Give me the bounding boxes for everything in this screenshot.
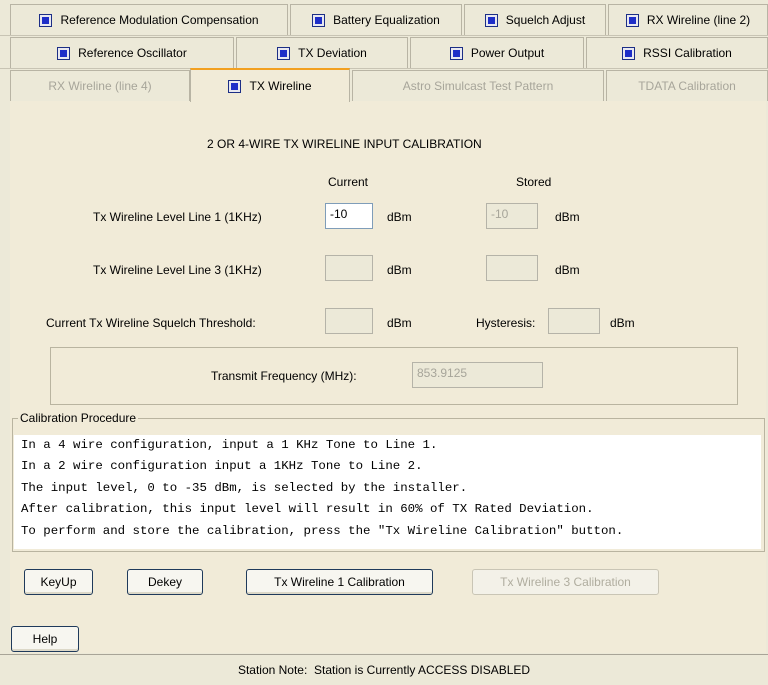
tab-label: Battery Equalization xyxy=(333,13,440,27)
tab-battery-equalization[interactable]: Battery Equalization xyxy=(290,4,462,35)
tab-label: RX Wireline (line 2) xyxy=(646,13,751,27)
tab-label: TDATA Calibration xyxy=(638,79,736,93)
squelch-threshold-unit: dBm xyxy=(387,316,412,330)
line3-current-unit: dBm xyxy=(387,263,412,277)
dekey-button[interactable]: Dekey xyxy=(127,569,203,595)
tab-power-output[interactable]: Power Output xyxy=(410,37,584,68)
help-button[interactable]: Help xyxy=(11,626,79,652)
line3-stored-unit: dBm xyxy=(555,263,580,277)
tab-label: Reference Modulation Compensation xyxy=(60,13,259,27)
squelch-threshold-field xyxy=(325,308,373,334)
tab-label: RSSI Calibration xyxy=(643,46,732,60)
column-header-stored: Stored xyxy=(516,175,552,189)
procedure-line: To perform and store the calibration, pr… xyxy=(21,523,624,538)
tab-rssi-calibration[interactable]: RSSI Calibration xyxy=(586,37,768,68)
line3-current-field xyxy=(325,255,373,281)
status-bar: Station Note: Station is Currently ACCES… xyxy=(0,654,768,685)
line1-stored-field: -10 xyxy=(486,203,538,229)
tab-checkbox-icon xyxy=(39,13,53,27)
procedure-line: After calibration, this input level will… xyxy=(21,502,594,517)
hysteresis-unit: dBm xyxy=(610,316,635,330)
page-title: 2 OR 4-WIRE TX WIRELINE INPUT CALIBRATIO… xyxy=(207,137,482,151)
squelch-threshold-label: Current Tx Wireline Squelch Threshold: xyxy=(46,316,256,330)
tab-label: Astro Simulcast Test Pattern xyxy=(402,79,554,93)
line3-label: Tx Wireline Level Line 3 (1KHz) xyxy=(93,263,262,277)
tab-checkbox-icon xyxy=(228,79,242,93)
procedure-line: The input level, 0 to -35 dBm, is select… xyxy=(21,480,468,495)
procedure-line: In a 4 wire configuration, input a 1 KHz… xyxy=(21,438,438,452)
procedure-title: Calibration Procedure xyxy=(18,411,139,425)
tab-astro-simulcast-test-pattern[interactable]: Astro Simulcast Test Pattern xyxy=(352,70,604,101)
tab-tdata-calibration[interactable]: TDATA Calibration xyxy=(606,70,768,101)
tab-label: Squelch Adjust xyxy=(505,13,586,27)
tab-checkbox-icon xyxy=(312,13,326,27)
line1-current-field[interactable]: -10 xyxy=(325,203,373,229)
line3-stored-field xyxy=(486,255,538,281)
procedure-line: In a 2 wire configuration input a 1KHz T… xyxy=(21,459,423,474)
tab-row-divider xyxy=(0,35,768,36)
frequency-group xyxy=(50,347,738,405)
tx-wireline-3-calibration-button[interactable]: Tx Wireline 3 Calibration xyxy=(472,569,659,595)
status-text: Station Note: Station is Currently ACCES… xyxy=(237,663,531,677)
tab-checkbox-icon xyxy=(449,46,463,60)
tab-row-divider xyxy=(0,68,768,69)
tab-reference-modulation-compensation[interactable]: Reference Modulation Compensation xyxy=(10,4,288,35)
tab-label: TX Wireline xyxy=(249,79,312,93)
hysteresis-field xyxy=(548,308,600,334)
tab-label: RX Wireline (line 4) xyxy=(48,79,152,93)
tab-tx-deviation[interactable]: TX Deviation xyxy=(236,37,408,68)
keyup-button[interactable]: KeyUp xyxy=(24,569,93,595)
line1-current-unit: dBm xyxy=(387,210,412,224)
tab-label: TX Deviation xyxy=(298,46,367,60)
tab-reference-oscillator[interactable]: Reference Oscillator xyxy=(10,37,234,68)
line1-stored-unit: dBm xyxy=(555,210,580,224)
tab-rx-wireline-line-2[interactable]: RX Wireline (line 2) xyxy=(608,4,768,35)
tab-checkbox-icon xyxy=(57,46,71,60)
tab-squelch-adjust[interactable]: Squelch Adjust xyxy=(464,4,606,35)
tab-checkbox-icon xyxy=(625,13,639,27)
column-header-current: Current xyxy=(328,175,369,189)
frequency-label: Transmit Frequency (MHz): xyxy=(211,369,357,383)
tab-tx-wireline[interactable]: TX Wireline xyxy=(190,68,350,102)
frequency-field: 853.9125 xyxy=(412,362,543,388)
hysteresis-label: Hysteresis: xyxy=(476,316,536,330)
tab-checkbox-icon xyxy=(484,13,498,27)
tab-label: Power Output xyxy=(470,46,545,60)
tab-checkbox-icon xyxy=(622,46,636,60)
tab-checkbox-icon xyxy=(277,46,291,60)
line1-label: Tx Wireline Level Line 1 (1KHz) xyxy=(93,210,262,224)
tab-rx-wireline-line-4[interactable]: RX Wireline (line 4) xyxy=(10,70,190,101)
tx-wireline-1-calibration-button[interactable]: Tx Wireline 1 Calibration xyxy=(246,569,433,595)
procedure-text: In a 4 wire configuration, input a 1 KHz… xyxy=(14,435,761,549)
tab-label: Reference Oscillator xyxy=(78,46,187,60)
